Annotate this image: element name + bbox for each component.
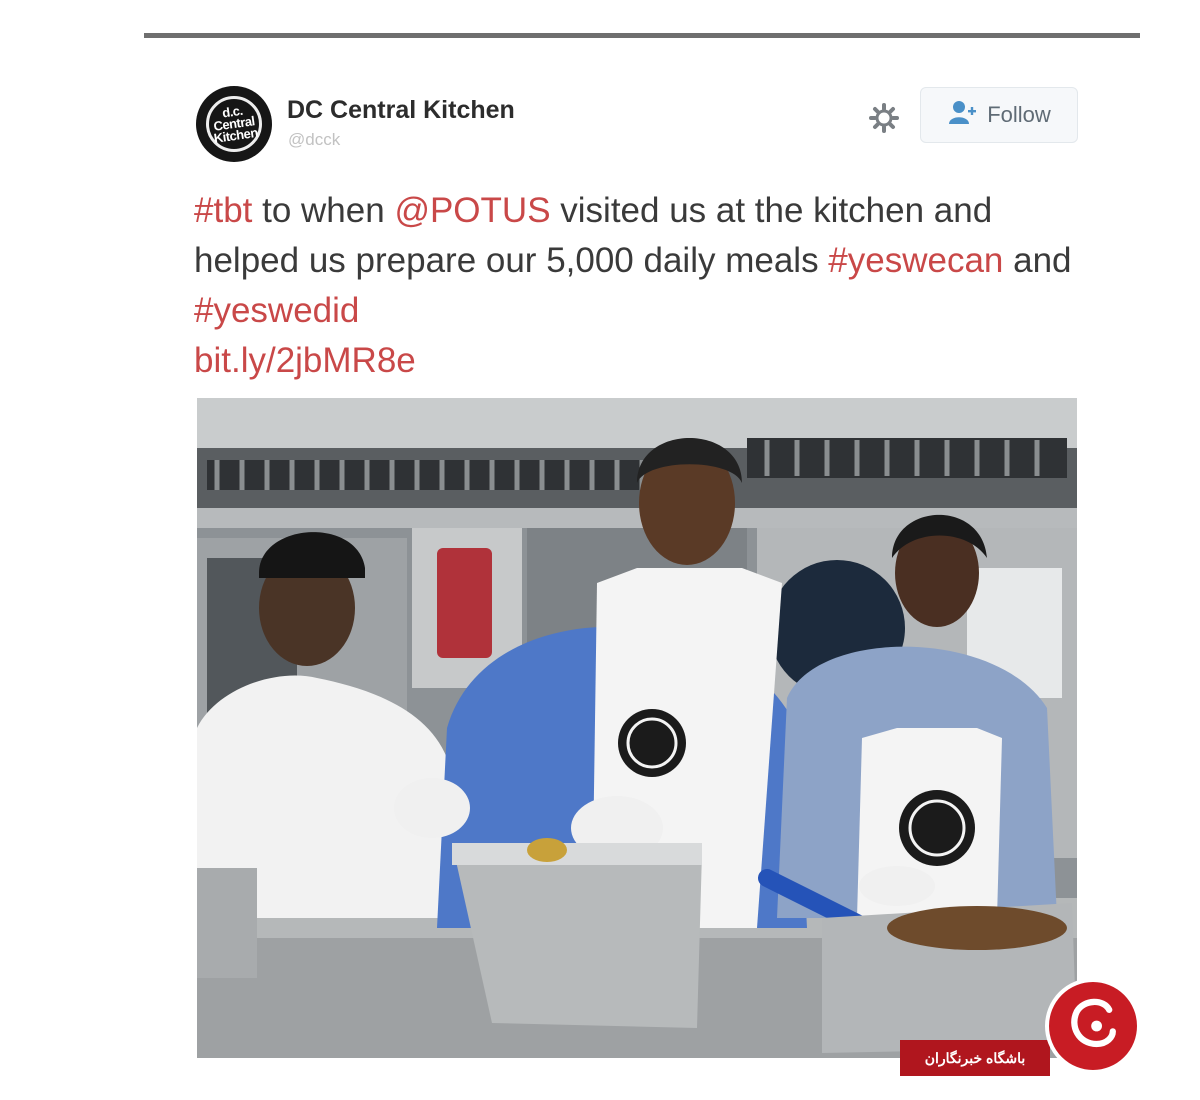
avatar-text: d.c. Central Kitchen [212, 102, 259, 146]
avatar[interactable]: d.c. Central Kitchen [196, 86, 272, 162]
watermark-label: باشگاه خبرنگاران [900, 1040, 1050, 1076]
hashtag-tbt[interactable]: #tbt [194, 191, 252, 230]
display-name[interactable]: DC Central Kitchen [287, 96, 515, 125]
tweet-card: d.c. Central Kitchen DC Central Kitchen … [150, 40, 1141, 1100]
follow-label: Follow [987, 102, 1051, 127]
tweet-text: #tbt to when @POTUS visited us at the ki… [194, 186, 1094, 386]
top-divider [144, 33, 1140, 38]
add-user-icon [947, 99, 977, 131]
tweet-link[interactable]: bit.ly/2jbMR8e [194, 341, 416, 380]
hashtag-yeswecan[interactable]: #yeswecan [828, 241, 1003, 280]
follow-button[interactable]: Follow [920, 87, 1078, 143]
gear-icon[interactable] [868, 102, 900, 134]
watermark: باشگاه خبرنگاران [900, 978, 1141, 1078]
user-handle[interactable]: @dcck [288, 130, 340, 150]
mention-potus[interactable]: @POTUS [394, 191, 550, 230]
avatar-logo: d.c. Central Kitchen [206, 96, 262, 152]
tweet-photo[interactable] [197, 398, 1077, 1058]
tweet-text-part-1: to when [252, 191, 395, 230]
watermark-logo-icon [1045, 978, 1141, 1074]
hashtag-yeswedid[interactable]: #yeswedid [194, 291, 359, 330]
tweet-text-part-3: and [1003, 241, 1072, 280]
